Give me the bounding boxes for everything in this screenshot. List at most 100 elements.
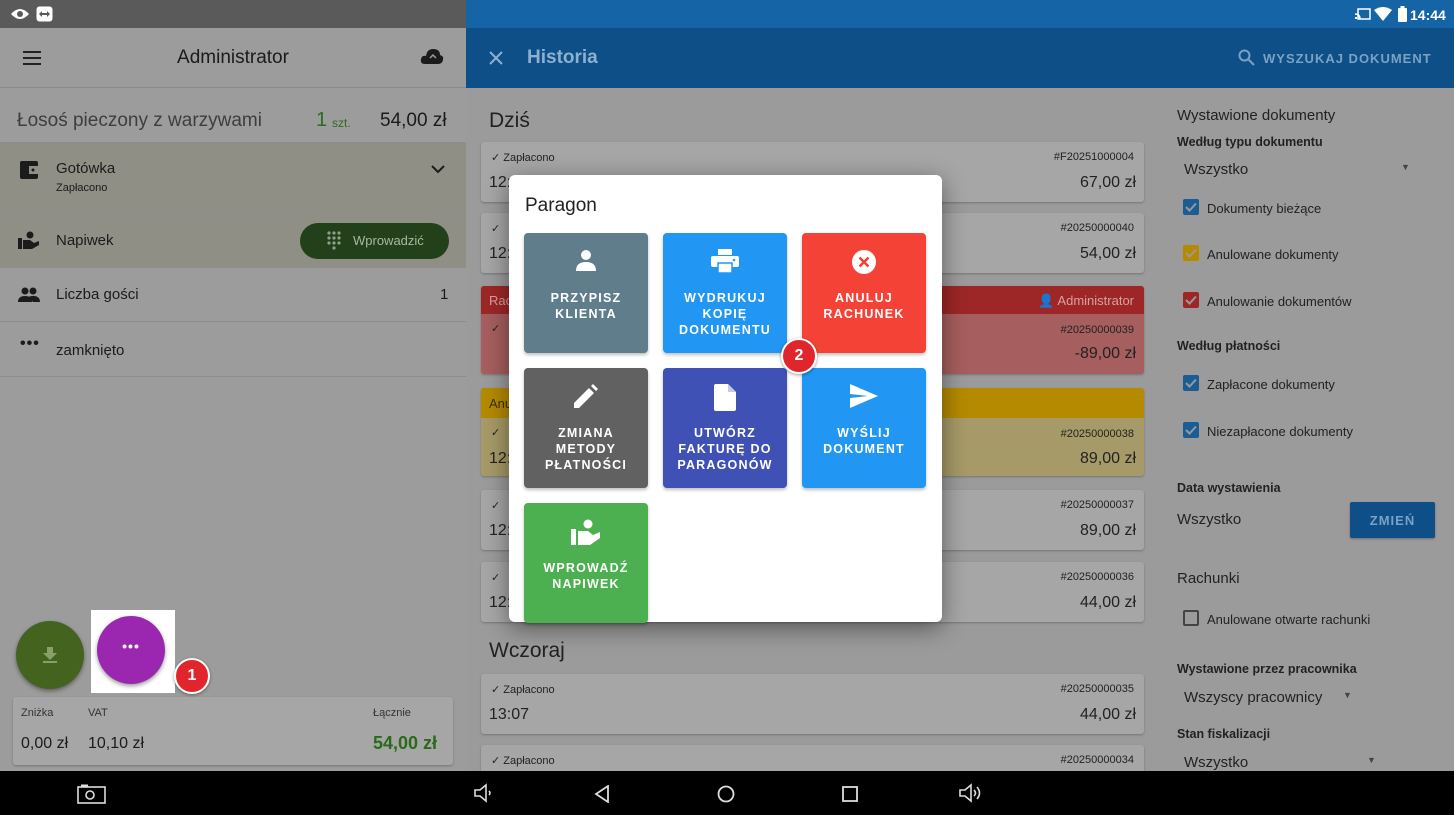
date-filter-label: Data wystawienia [1177,481,1281,495]
checkbox-cancelled-docs[interactable] [1183,245,1199,261]
checkbox-current-docs[interactable] [1183,199,1199,215]
doc-status: ✓ [491,572,501,584]
teamviewer-icon [36,6,53,22]
step-badge-1: 1 [174,658,210,694]
wifi-icon [1374,7,1392,21]
enter-tip-tile[interactable]: WPROWADŹ NAPIWEK [524,503,648,623]
tip-enter-button[interactable]: Wprowadzić [300,223,449,259]
search-icon[interactable] [1238,49,1255,66]
people-icon [18,287,40,302]
dropdown-arrow-icon: ▼ [1367,755,1376,765]
doc-time: 12: [489,174,512,191]
doc-time: 13:07 [489,706,530,723]
create-invoice-label: UTWÓRZ FAKTURĘ DO PARAGONÓW [677,426,773,472]
android-nav-bar [0,771,1454,815]
cancel-icon [852,250,876,274]
change-date-button[interactable]: ZMIEŃ [1350,502,1435,538]
keypad-icon [327,231,341,250]
printer-icon [711,249,739,273]
dialog-title: Paragon [525,195,597,216]
doc-time: 12: [489,594,512,611]
more-fab[interactable]: ••• [97,616,165,684]
download-fab[interactable] [16,621,84,689]
more-dots-icon: ••• [122,638,140,654]
item-name: Łosoś pieczony z warzywami [17,110,262,131]
back-icon[interactable] [594,785,610,803]
doc-time: 12: [489,522,512,539]
pencil-icon [574,384,598,408]
tip-label: Napiwek [56,232,114,249]
receipt-actions-dialog: Paragon PRZYPISZ KLIENTA WYDRUKUJ KOPIĘ … [509,175,942,623]
cancelled-open-bills-label: Anulowane otwarte rachunki [1207,612,1371,627]
document-icon [714,384,736,411]
checkbox-cancelled-open-bills[interactable] [1183,610,1199,626]
dropdown-arrow-icon: ▼ [1343,690,1352,700]
doc-status: ✓ [491,500,501,512]
print-copy-label: WYDRUKUJ KOPIĘ DOKUMENTU [678,291,772,337]
close-icon[interactable] [489,51,503,65]
assign-client-label: PRZYPISZ KLIENTA [550,291,622,321]
screenshot-icon[interactable] [77,784,106,804]
tip-hand-icon [18,231,39,249]
change-date-label: ZMIEŃ [1369,513,1416,528]
type-filter-label: Według typu dokumentu [1177,135,1323,149]
closed-row[interactable]: ••• zamknięto [0,322,466,377]
doc-amount: 89,00 zł [1079,522,1136,539]
battery-icon [1398,6,1407,22]
change-payment-tile[interactable]: ZMIANA METODY PŁATNOŚCI [524,368,648,488]
checkbox-unpaid-docs[interactable] [1183,422,1199,438]
fiscal-filter-value: Wszystko [1184,754,1249,771]
discount-value: 0,00 zł [21,735,69,752]
volume-up-icon[interactable] [958,783,984,803]
send-document-tile[interactable]: WYŚLIJ DOKUMENT [802,368,926,488]
total-label: Łącznie [373,707,411,719]
cancel-bill-tile[interactable]: ANULUJ RACHUNEK [802,233,926,353]
guests-label: Liczba gości [56,286,139,303]
doc-number: #20250000037 [1060,499,1134,511]
doc-status: ✓ Zapłacono [491,755,555,767]
checkbox-cancellation-docs[interactable] [1183,292,1199,308]
print-copy-tile[interactable]: WYDRUKUJ KOPIĘ DOKUMENTU [663,233,787,353]
tip-enter-label: Wprowadzić [353,233,424,248]
home-icon[interactable] [717,785,735,803]
guests-value: 1 [440,286,449,303]
recents-icon[interactable] [842,786,858,802]
search-document-button[interactable]: WYSZUKAJ DOKUMENT [1263,51,1432,66]
order-item[interactable]: Łosoś pieczony z warzywami 1 szt. 54,00 … [0,88,466,143]
document-card[interactable]: ✓ Zapłacono #20250000035 13:07 44,00 zł [481,674,1144,734]
doc-time: 12: [489,450,512,467]
guests-row[interactable]: Liczba gości 1 [0,268,466,322]
status-bar: 14:44 [0,0,1454,28]
type-filter-value: Wszystko [1184,161,1249,178]
cancelled-docs-label: Anulowane dokumenty [1207,247,1339,262]
cloud-icon[interactable] [420,46,444,66]
section-yesterday: Wczoraj [489,639,565,662]
cast-icon [1355,8,1371,20]
doc-number: #20250000036 [1060,571,1134,583]
paid-docs-label: Zapłacone dokumenty [1207,377,1335,392]
current-docs-label: Dokumenty bieżące [1207,201,1322,216]
order-panel: Administrator Łosoś pieczony z warzywami… [0,28,466,771]
change-payment-label: ZMIANA METODY PŁATNOŚCI [544,426,628,472]
assign-client-tile[interactable]: PRZYPISZ KLIENTA [524,233,648,353]
discount-label: Zniżka [21,707,54,719]
employee-filter-select[interactable]: Wszyscy pracownicy ▼ [1177,684,1377,710]
clock: 14:44 [1410,7,1446,23]
item-price: 54,00 zł [380,110,447,131]
create-invoice-tile[interactable]: UTWÓRZ FAKTURĘ DO PARAGONÓW [663,368,787,488]
tip-icon [571,519,600,545]
wallet-icon [20,161,40,179]
payment-row[interactable]: Gotówka Zapłacono [0,143,466,213]
tip-row: Napiwek Wprowadzić [0,213,466,268]
chevron-down-icon[interactable] [431,165,445,174]
doc-amount: 89,00 zł [1079,450,1136,467]
payment-method: Gotówka [56,160,116,177]
step-badge-2: 2 [781,338,817,374]
type-filter-select[interactable]: Wszystko ▼ [1177,156,1417,182]
document-card[interactable]: ✓ Zapłacono #20250000034 [481,745,1144,771]
vat-value: 10,10 zł [88,735,145,752]
doc-time: 12: [489,245,512,262]
person-icon [576,250,596,271]
checkbox-paid-docs[interactable] [1183,375,1199,391]
volume-down-icon[interactable] [473,783,493,803]
